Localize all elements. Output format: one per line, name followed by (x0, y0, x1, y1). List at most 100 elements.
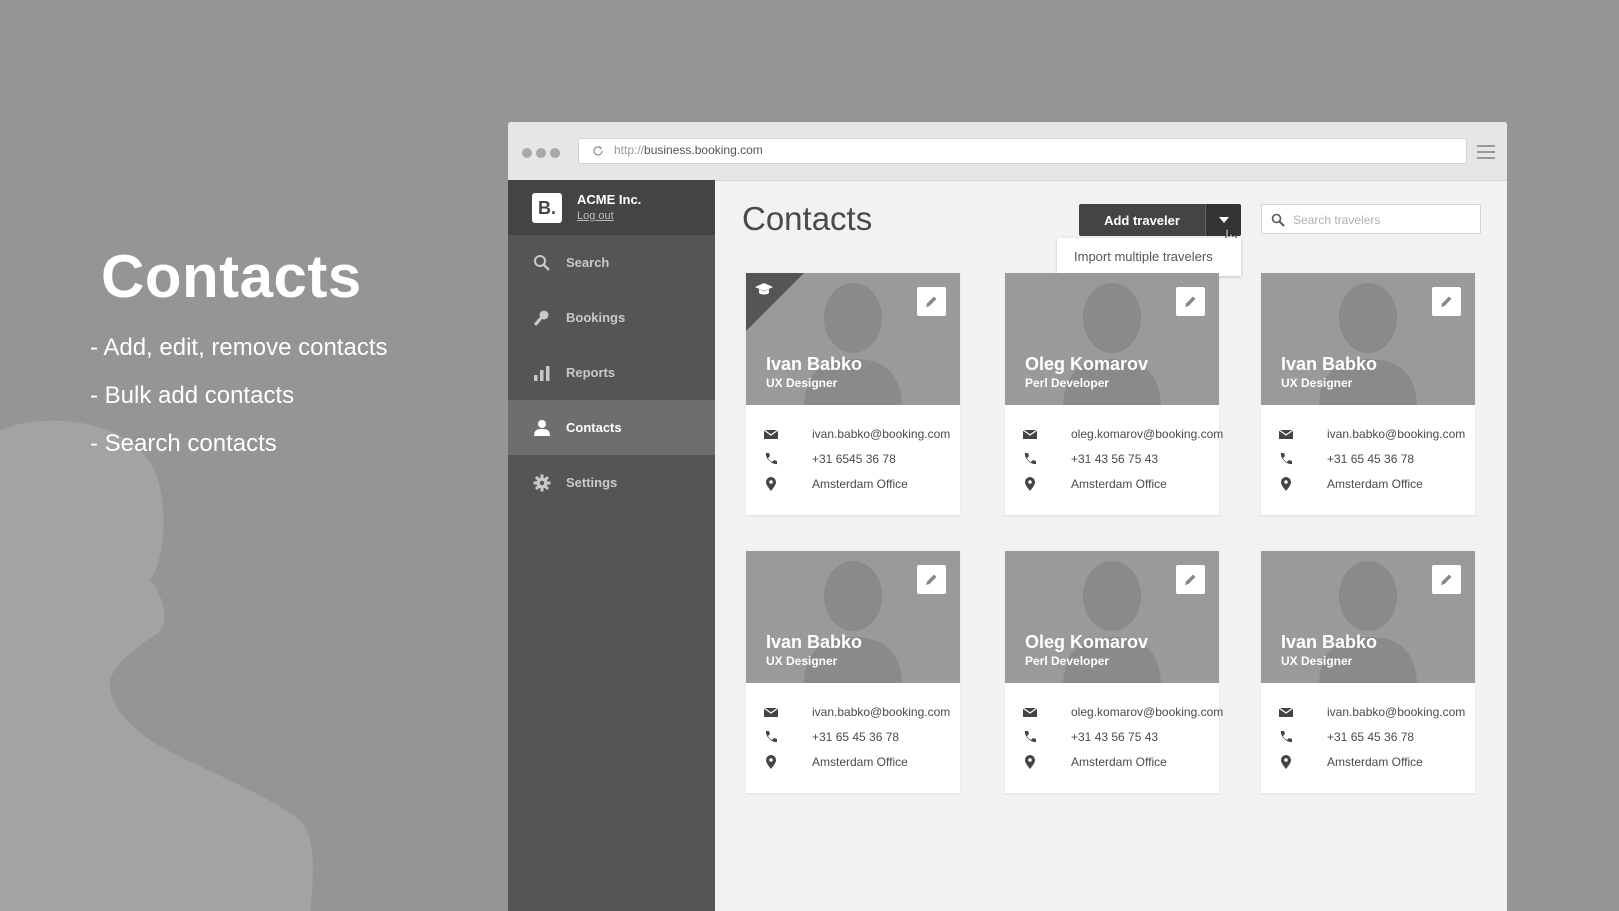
logout-link[interactable]: Log out (577, 210, 614, 222)
contact-email[interactable]: ivan.babko@booking.com (812, 427, 950, 441)
pencil-icon (926, 296, 937, 307)
contact-role: UX Designer (766, 654, 838, 668)
contact-office: Amsterdam Office (1327, 477, 1423, 491)
location-pin-icon (1025, 755, 1035, 769)
contact-office: Amsterdam Office (1071, 755, 1167, 769)
sidebar-item-bookings[interactable]: Bookings (508, 290, 715, 345)
location-pin-icon (1025, 477, 1035, 491)
contact-email[interactable]: ivan.babko@booking.com (812, 705, 950, 719)
pencil-icon (926, 574, 937, 585)
edit-contact-button[interactable] (917, 565, 946, 594)
pencil-icon (1185, 296, 1196, 307)
edit-contact-button[interactable] (1176, 287, 1205, 316)
contact-card[interactable]: Ivan Babko UX Designer ivan.babko@bookin… (1261, 551, 1475, 793)
sidebar-nav: Search Bookings Reports Contacts Setting… (508, 235, 715, 510)
sidebar-item-label: Bookings (566, 310, 626, 325)
sidebar-item-label: Contacts (566, 420, 622, 435)
browser-window: http://business.booking.com B. ACME Inc.… (508, 122, 1507, 911)
search-icon (1271, 213, 1285, 227)
contact-name: Ivan Babko (1281, 632, 1378, 652)
sidebar-item-reports[interactable]: Reports (508, 345, 715, 400)
phone-icon (1024, 453, 1036, 465)
booking-logo[interactable]: B. (532, 193, 562, 223)
sidebar-item-label: Reports (566, 365, 616, 380)
window-dot[interactable] (550, 148, 560, 158)
edit-contact-button[interactable] (1432, 565, 1461, 594)
page-title: Contacts (742, 200, 873, 237)
contact-role: UX Designer (1281, 654, 1353, 668)
feature-item: - Bulk add contacts (90, 382, 295, 409)
pencil-icon (1441, 296, 1452, 307)
contact-phone[interactable]: +31 43 56 75 43 (1071, 452, 1158, 466)
sidebar-item-settings[interactable]: Settings (508, 455, 715, 510)
user-icon (534, 420, 550, 436)
feature-list: - Add, edit, remove contacts - Bulk add … (90, 330, 387, 474)
contact-card[interactable]: Ivan Babko UX Designer ivan.babko@bookin… (1261, 273, 1475, 515)
location-pin-icon (1281, 755, 1291, 769)
contact-photo: Ivan Babko UX Designer (746, 273, 960, 405)
hamburger-menu-icon[interactable] (1477, 144, 1495, 160)
contact-email[interactable]: ivan.babko@booking.com (1327, 705, 1465, 719)
contact-photo: Oleg Komarov Perl Developer (1005, 551, 1219, 683)
contact-card[interactable]: Ivan Babko UX Designer ivan.babko@bookin… (746, 273, 960, 515)
key-icon (533, 310, 549, 326)
envelope-icon (764, 429, 778, 439)
location-pin-icon (766, 755, 776, 769)
search-icon (534, 255, 550, 271)
location-pin-icon (1281, 477, 1291, 491)
background-silhouette (0, 420, 313, 911)
feature-item: - Search contacts (90, 430, 277, 457)
add-traveler-button[interactable]: Add traveler (1079, 204, 1205, 236)
window-dot[interactable] (536, 148, 546, 158)
url-text: http://business.booking.com (614, 143, 763, 157)
browser-toolbar: http://business.booking.com (508, 122, 1507, 181)
window-dot[interactable] (522, 148, 532, 158)
sidebar-item-contacts[interactable]: Contacts (508, 400, 715, 455)
contact-role: Perl Developer (1025, 376, 1110, 390)
edit-contact-button[interactable] (1432, 287, 1461, 316)
reload-icon[interactable] (591, 144, 605, 158)
edit-contact-button[interactable] (917, 287, 946, 316)
graduation-cap-icon (755, 283, 773, 295)
contact-name: Oleg Komarov (1025, 354, 1149, 374)
sidebar: B. ACME Inc. Log out Search Bookings Rep… (508, 180, 715, 911)
contact-email[interactable]: ivan.babko@booking.com (1327, 427, 1465, 441)
company-name: ACME Inc. (577, 192, 642, 207)
envelope-icon (1279, 707, 1293, 717)
contact-phone[interactable]: +31 65 45 36 78 (1327, 730, 1414, 744)
location-pin-icon (766, 477, 776, 491)
search-travelers-box[interactable] (1261, 204, 1481, 234)
contact-phone[interactable]: +31 65 45 36 78 (812, 730, 899, 744)
contact-office: Amsterdam Office (812, 477, 908, 491)
feature-item: - Add, edit, remove contacts (90, 334, 388, 361)
edit-contact-button[interactable] (1176, 565, 1205, 594)
menu-item-import-multiple[interactable]: Import multiple travelers (1074, 249, 1213, 264)
sidebar-item-search[interactable]: Search (508, 235, 715, 290)
contact-card[interactable]: Ivan Babko UX Designer ivan.babko@bookin… (746, 551, 960, 793)
phone-icon (1280, 731, 1292, 743)
envelope-icon (1023, 707, 1037, 717)
phone-icon (1280, 453, 1292, 465)
contact-office: Amsterdam Office (1327, 755, 1423, 769)
slide-headline: Contacts (101, 243, 362, 310)
search-travelers-input[interactable] (1293, 211, 1473, 229)
contact-phone[interactable]: +31 6545 36 78 (812, 452, 896, 466)
brand-header: B. ACME Inc. Log out (508, 180, 715, 235)
contact-photo: Ivan Babko UX Designer (1261, 551, 1475, 683)
contact-email[interactable]: oleg.komarov@booking.com (1071, 427, 1223, 441)
contact-name: Ivan Babko (766, 354, 863, 374)
window-controls (522, 145, 564, 163)
envelope-icon (764, 707, 778, 717)
contact-card[interactable]: Oleg Komarov Perl Developer oleg.komarov… (1005, 551, 1223, 793)
contact-photo: Oleg Komarov Perl Developer (1005, 273, 1219, 405)
address-bar[interactable]: http://business.booking.com (578, 138, 1467, 164)
contact-office: Amsterdam Office (812, 755, 908, 769)
pencil-icon (1185, 574, 1196, 585)
bar-chart-icon (534, 366, 550, 381)
contact-email[interactable]: oleg.komarov@booking.com (1071, 705, 1223, 719)
contact-role: Perl Developer (1025, 654, 1110, 668)
contact-card[interactable]: Oleg Komarov Perl Developer oleg.komarov… (1005, 273, 1223, 515)
envelope-icon (1279, 429, 1293, 439)
contact-phone[interactable]: +31 65 45 36 78 (1327, 452, 1414, 466)
contact-phone[interactable]: +31 43 56 75 43 (1071, 730, 1158, 744)
